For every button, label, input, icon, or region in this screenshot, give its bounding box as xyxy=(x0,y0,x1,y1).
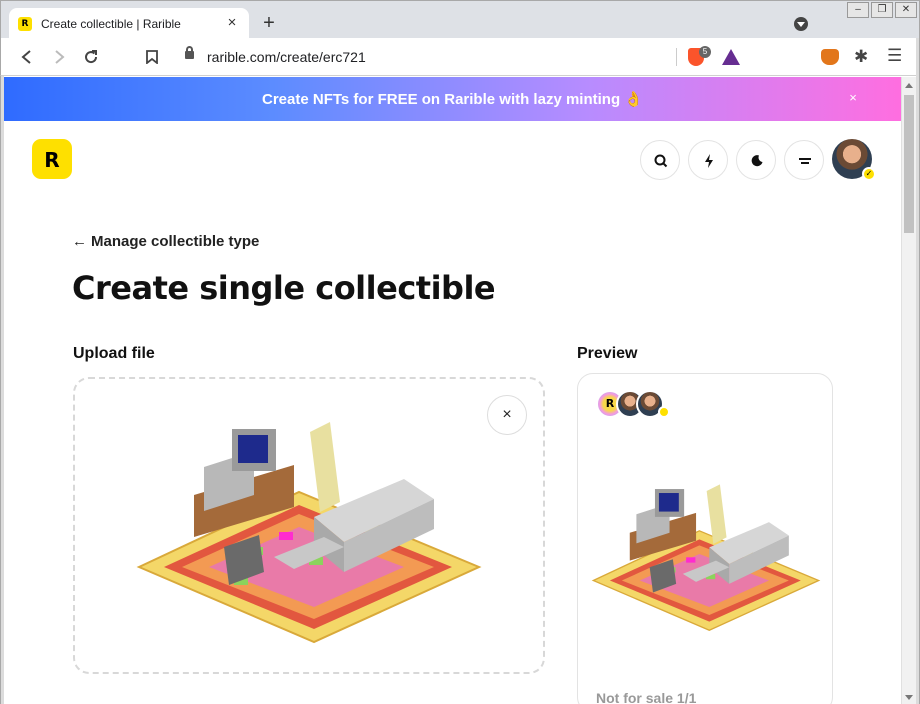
address-bar[interactable]: rarible.com/create/erc721 5 xyxy=(173,44,747,70)
scroll-thumb[interactable] xyxy=(904,95,914,233)
page-viewport: Create NFTs for FREE on Rarible with laz… xyxy=(4,77,901,704)
verified-badge-icon xyxy=(658,406,670,418)
banner-close-icon[interactable]: × xyxy=(844,89,862,107)
back-icon[interactable] xyxy=(16,46,38,68)
window-controls: – ❐ ✕ xyxy=(847,2,917,18)
moon-icon xyxy=(751,155,763,167)
menu-lines-icon xyxy=(799,158,811,164)
preview-card: R Not for sale 1/1 xyxy=(577,373,833,704)
browser-tab[interactable]: R Create collectible | Rarible × xyxy=(9,8,249,39)
manage-collectible-type-link[interactable]: ← Manage collectible type xyxy=(72,233,259,250)
bookmark-icon[interactable] xyxy=(141,46,163,68)
creator-avatars: R xyxy=(596,390,676,420)
remove-file-button[interactable]: × xyxy=(487,395,527,435)
rarible-favicon-icon: R xyxy=(18,17,32,31)
theme-toggle-button[interactable] xyxy=(736,140,776,180)
arrow-left-icon: ← xyxy=(72,233,87,250)
preview-label: Preview xyxy=(577,345,638,362)
lightning-icon xyxy=(705,154,713,168)
window-frame-right xyxy=(916,38,920,704)
new-tab-button[interactable]: + xyxy=(259,13,279,33)
menu-button[interactable] xyxy=(784,140,824,180)
scroll-up-icon[interactable] xyxy=(905,83,913,88)
extensions-icon[interactable]: ✱ xyxy=(854,47,868,67)
lock-icon[interactable] xyxy=(185,46,194,59)
restore-button[interactable]: ❐ xyxy=(871,2,893,18)
browser-toolbar: rarible.com/create/erc721 5 ✱ ☰ xyxy=(0,38,920,76)
tab-close-icon[interactable]: × xyxy=(223,14,241,32)
page-title: Create single collectible xyxy=(72,269,496,307)
metamask-icon[interactable] xyxy=(821,49,839,65)
brave-shield-count: 5 xyxy=(699,46,711,58)
close-window-button[interactable]: ✕ xyxy=(895,2,917,18)
uploaded-image xyxy=(136,422,482,644)
rarible-logo[interactable]: R xyxy=(32,139,72,179)
page-scrollbar[interactable] xyxy=(901,77,916,704)
preview-image xyxy=(591,484,821,631)
logo-letter: R xyxy=(44,148,60,172)
search-icon xyxy=(654,154,668,168)
verified-badge-icon: ✓ xyxy=(862,167,876,181)
profile-avatar-button[interactable]: ✓ xyxy=(832,139,876,181)
back-link-label: Manage collectible type xyxy=(91,233,260,250)
omnibox-separator xyxy=(676,48,677,66)
url-text[interactable]: rarible.com/create/erc721 xyxy=(207,49,366,65)
scroll-down-icon[interactable] xyxy=(905,695,913,700)
promo-banner[interactable]: Create NFTs for FREE on Rarible with laz… xyxy=(4,77,901,121)
minimize-button[interactable]: – xyxy=(847,2,869,18)
reload-icon[interactable] xyxy=(80,46,102,68)
activity-button[interactable] xyxy=(688,140,728,180)
preview-status: Not for sale 1/1 xyxy=(596,690,697,704)
browser-tab-bar: R Create collectible | Rarible × + – ❐ ✕ xyxy=(0,0,920,39)
menu-icon[interactable]: ☰ xyxy=(887,46,902,66)
forward-icon[interactable] xyxy=(48,46,70,68)
bat-rewards-icon[interactable] xyxy=(722,49,740,65)
search-button[interactable] xyxy=(640,140,680,180)
tab-search-icon[interactable] xyxy=(794,17,808,31)
promo-banner-text[interactable]: Create NFTs for FREE on Rarible with laz… xyxy=(4,90,901,108)
upload-file-label: Upload file xyxy=(73,345,155,362)
tab-title: Create collectible | Rarible xyxy=(41,17,181,31)
